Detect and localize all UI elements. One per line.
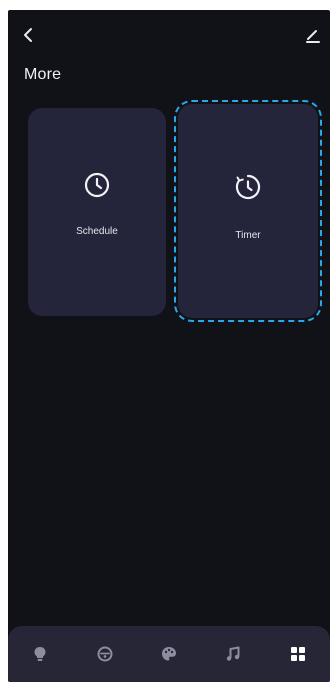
top-bar [8,10,330,54]
schedule-card[interactable]: Schedule [28,108,166,316]
timer-label: Timer [235,230,261,241]
nav-item-more[interactable] [287,643,309,665]
timer-card[interactable]: Timer [174,100,322,322]
app-screen: More Schedule Timer [8,10,330,682]
nav-item-scene[interactable] [94,643,116,665]
palette-icon [161,647,176,661]
nav-item-bulb[interactable] [29,643,51,665]
back-button[interactable] [18,24,40,46]
grid-icon [290,647,305,661]
nav-item-music[interactable] [222,643,244,665]
edit-button[interactable] [302,24,324,46]
chevron-left-icon [24,28,32,42]
nav-item-palette[interactable] [158,643,180,665]
timer-icon [233,172,263,202]
bulb-icon [34,647,46,661]
bottom-nav [8,626,330,682]
edit-icon [306,30,320,43]
scene-icon [97,646,113,662]
page-title: More [24,66,62,83]
music-icon [227,646,240,661]
clock-icon [82,170,112,200]
schedule-label: Schedule [76,226,118,237]
